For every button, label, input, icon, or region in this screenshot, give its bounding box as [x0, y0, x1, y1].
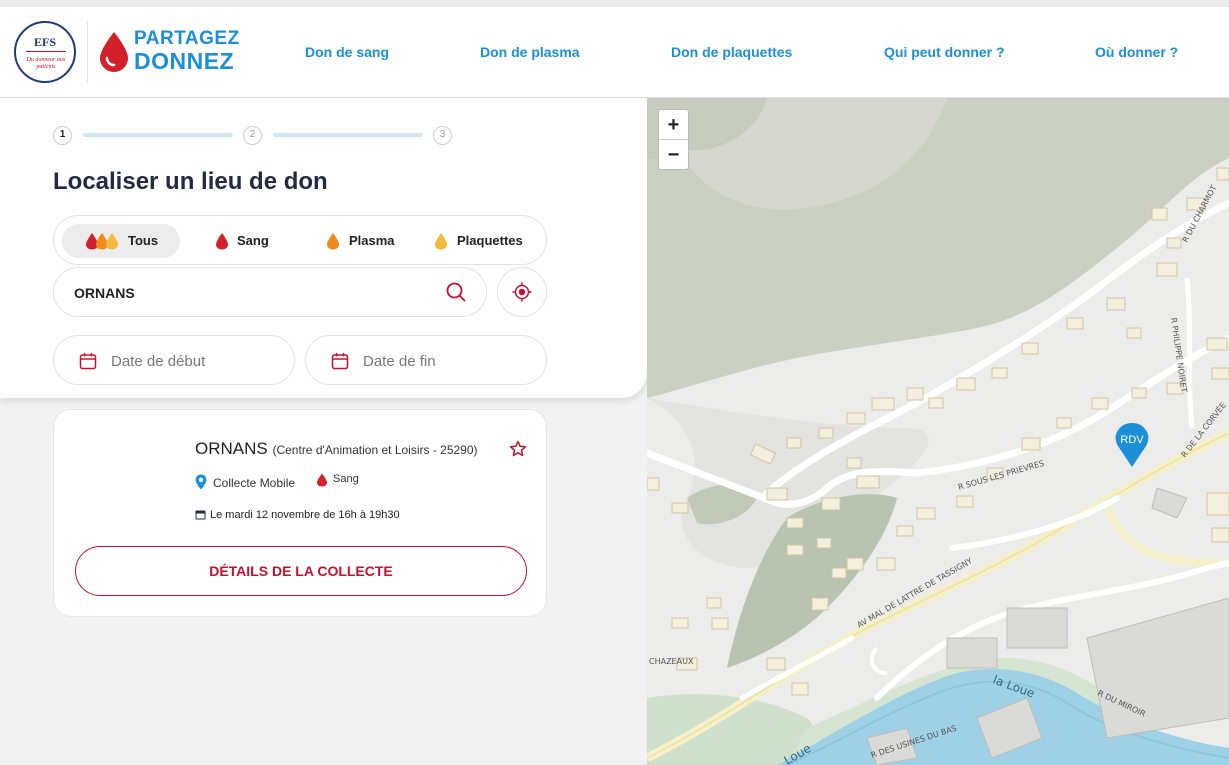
- zoom-in-button[interactable]: +: [659, 110, 688, 140]
- calendar-icon: [331, 353, 349, 370]
- efs-tagline: Du donneur aux patients: [26, 57, 66, 70]
- filter-tous-label: Tous: [128, 233, 159, 248]
- rdv-map-pin[interactable]: RDV: [1114, 422, 1150, 468]
- collection-details-button[interactable]: DÉTAILS DE LA COLLECTE: [75, 546, 527, 596]
- map-zoom-control: + −: [658, 109, 689, 170]
- result-title: ORNANS (Centre d'Animation et Loisirs - …: [195, 439, 478, 459]
- nav-don-de-plaquettes[interactable]: Don de plaquettes: [671, 44, 792, 60]
- zoom-out-button[interactable]: −: [659, 140, 688, 170]
- filter-sang[interactable]: Sang: [204, 224, 284, 258]
- brand-line-1: PARTAGEZ: [134, 28, 240, 49]
- blood-drop-icon: [317, 473, 327, 487]
- favorite-star-icon[interactable]: [509, 440, 527, 458]
- browser-top-strip: [0, 0, 1229, 7]
- efs-logo[interactable]: EFS Du donneur aux patients: [14, 21, 76, 83]
- date-start-field: [53, 335, 295, 385]
- step-connector-1: [83, 133, 233, 137]
- main-nav: Don de sang Don de plasma Don de plaquet…: [260, 7, 1229, 98]
- site-header: EFS Du donneur aux patients PARTAGEZ DON…: [0, 7, 1229, 98]
- blood-drop-icon: [216, 233, 228, 250]
- filter-plasma-label: Plasma: [349, 233, 395, 248]
- step-1: 1: [53, 126, 72, 145]
- geolocate-button[interactable]: [497, 267, 547, 317]
- nav-ou-donner[interactable]: Où donner ?: [1095, 44, 1178, 60]
- efs-logo-rule: [26, 51, 66, 52]
- filter-plasma[interactable]: Plasma: [316, 224, 406, 258]
- date-end-field: [305, 335, 547, 385]
- collection-result-card: ORNANS (Centre d'Animation et Loisirs - …: [53, 409, 547, 617]
- search-panel: 1 2 3 Localiser un lieu de don Tous Sang: [0, 98, 647, 765]
- step-connector-2: [273, 133, 423, 137]
- nav-qui-peut-donner[interactable]: Qui peut donner ?: [884, 44, 1005, 60]
- crosshair-icon: [512, 282, 532, 302]
- brand-line-2: DONNEZ: [134, 48, 235, 74]
- partagez-donnez-logo[interactable]: PARTAGEZ DONNEZ: [98, 29, 243, 75]
- location-search: [53, 267, 487, 317]
- all-drops-icon: [86, 233, 118, 250]
- search-card: 1 2 3 Localiser un lieu de don Tous Sang: [0, 98, 647, 398]
- filter-tous[interactable]: Tous: [62, 224, 180, 258]
- search-icon[interactable]: [446, 282, 466, 302]
- efs-logo-text: EFS: [33, 35, 56, 49]
- result-city: ORNANS: [195, 439, 268, 458]
- brand-wordmark: PARTAGEZ DONNEZ: [134, 28, 240, 74]
- location-search-input[interactable]: [74, 282, 424, 304]
- rdv-pin-label: RDV: [1120, 434, 1144, 446]
- platelet-drop-icon: [435, 233, 447, 250]
- date-end-input[interactable]: [363, 350, 533, 372]
- donation-type-filter: Tous Sang Plasma Plaquettes: [53, 215, 547, 265]
- nav-don-de-plasma[interactable]: Don de plasma: [480, 44, 580, 60]
- nav-don-de-sang[interactable]: Don de sang: [305, 44, 389, 60]
- street-label-chazeaux: CHAZEAUX: [649, 657, 694, 666]
- map-view[interactable]: R DU CHARMOT R PHILIPPE NOIRET R DE LA C…: [647, 98, 1229, 765]
- page-title: Localiser un lieu de don: [53, 168, 328, 195]
- blood-drop-logo-icon: [100, 32, 128, 72]
- result-type-label: Collecte Mobile: [213, 476, 296, 490]
- location-pin-icon: [195, 474, 207, 490]
- calendar-icon: [195, 510, 206, 520]
- date-start-input[interactable]: [111, 350, 281, 372]
- result-date-text: Le mardi 12 novembre de 16h à 19h30: [210, 509, 400, 521]
- plasma-drop-icon: [327, 233, 339, 250]
- filter-plaquettes[interactable]: Plaquettes: [424, 224, 540, 258]
- step-3: 3: [433, 126, 452, 145]
- filter-plaquettes-label: Plaquettes: [457, 233, 523, 248]
- result-place: (Centre d'Animation et Loisirs - 25290): [272, 443, 478, 457]
- filter-sang-label: Sang: [237, 233, 269, 248]
- step-2: 2: [243, 126, 262, 145]
- result-donation-label: Sang: [333, 473, 359, 485]
- logo-divider: [87, 21, 88, 83]
- calendar-icon: [79, 353, 97, 370]
